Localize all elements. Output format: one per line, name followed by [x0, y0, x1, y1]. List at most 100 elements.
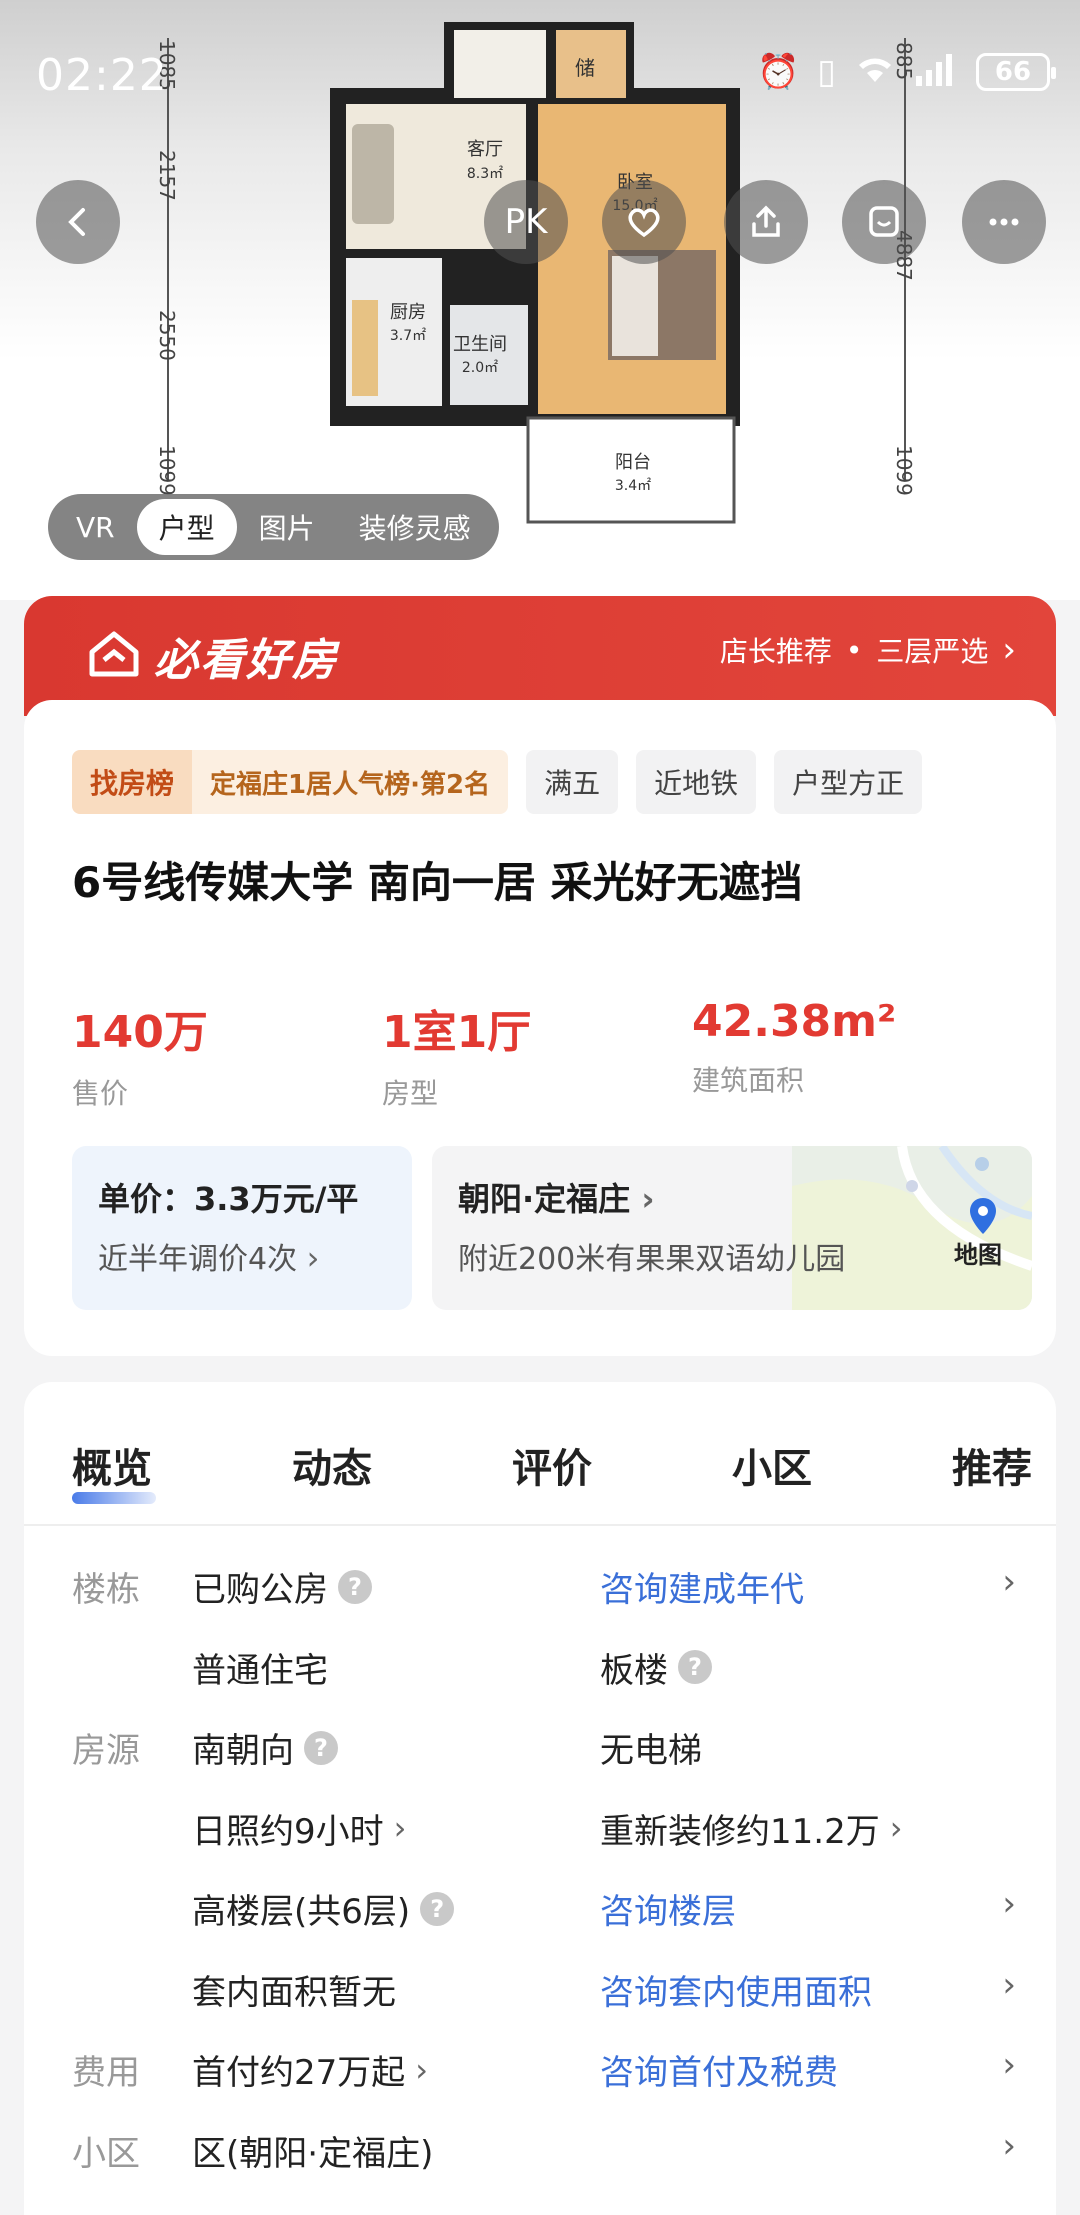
help-icon[interactable]: ?	[678, 1650, 712, 1684]
price-value: 140万	[72, 1007, 208, 1058]
tab-recommend[interactable]: 推荐	[952, 1436, 1032, 1494]
chevron-right-icon: ›	[1002, 1562, 1016, 1602]
heart-icon	[628, 208, 660, 238]
detail-row[interactable]: 楼栋 已购公房? 咨询建成年代 ›	[24, 1550, 1056, 1631]
dim-right-3: 1099	[892, 445, 916, 496]
more-button[interactable]	[962, 180, 1046, 264]
media-tab-vr[interactable]: VR	[54, 499, 137, 555]
consult-downpayment-link[interactable]: 咨询首付及税费	[600, 2045, 838, 2094]
listing-card: 找房榜 定福庄1居人气榜·第2名 满五 近地铁 户型方正 6号线传媒大学 南向一…	[24, 700, 1056, 1356]
room-area-balcony: 3.4㎡	[615, 478, 651, 494]
room-label-balcony: 阳台	[615, 452, 651, 473]
consult-inner-area-link[interactable]: 咨询套内使用面积	[600, 1965, 872, 2014]
back-button[interactable]	[36, 180, 120, 264]
must-see-banner[interactable]: 必看好房 店长推荐 • 三层严选 ›	[24, 596, 1056, 716]
room-area-living: 8.3㎡	[467, 166, 503, 182]
help-icon[interactable]: ?	[338, 1569, 372, 1604]
row-value: 首付约27万起	[192, 2053, 406, 2093]
chevron-right-icon: ›	[889, 1809, 903, 1847]
detail-row[interactable]: 小区 区(朝阳·定福庄) ›	[24, 2114, 1056, 2195]
map-label[interactable]: 地图	[954, 1235, 1002, 1270]
row-value: 高楼层(共6层)	[192, 1892, 411, 1932]
share-button[interactable]	[724, 180, 808, 264]
row-category: 房源	[72, 1731, 140, 1771]
row-category: 小区	[72, 2133, 140, 2174]
rank-tag-text: 定福庄1居人气榜·第2名	[192, 750, 509, 814]
chevron-left-icon	[68, 208, 85, 236]
tag-near-subway: 近地铁	[636, 750, 757, 814]
tag-row: 找房榜 定福庄1居人气榜·第2名 满五 近地铁 户型方正	[72, 750, 923, 814]
chevron-right-icon: ›	[1002, 630, 1016, 670]
detail-row: 普通住宅 板楼?	[24, 1631, 1056, 1712]
price-label: 售价	[72, 1077, 129, 1110]
unit-price: 单价：3.3万元/平	[98, 1180, 359, 1218]
detail-row[interactable]: 日照约9小时 › 重新装修约11.2万 ›	[24, 1792, 1056, 1873]
unit-price-box[interactable]: 单价：3.3万元/平 近半年调价4次 ›	[72, 1146, 412, 1310]
share-icon	[752, 205, 780, 237]
detail-row[interactable]: 高楼层(共6层)? 咨询楼层 ›	[24, 1872, 1056, 1953]
row-value: 板楼	[600, 1650, 668, 1691]
floor-plan-hero[interactable]: 1085 2157 2550 1099 885 4887 1099 储 客厅	[0, 0, 1080, 600]
room-label-kitchen: 厨房	[390, 302, 426, 323]
row-value: 重新装修约11.2万	[600, 1811, 880, 1852]
chevron-right-icon: ›	[641, 1180, 655, 1218]
detail-row[interactable]: 费用 首付约27万起 › 咨询首付及税费 ›	[24, 2033, 1056, 2114]
row-value: 无电梯	[600, 1731, 702, 1771]
vibrate-icon: ▯	[817, 52, 836, 92]
signal-icon	[914, 52, 958, 92]
area-value: 42.38m²	[692, 996, 897, 1047]
banner-links[interactable]: 店长推荐 • 三层严选 ›	[720, 630, 1016, 670]
tag-square-layout: 户型方正	[774, 750, 923, 814]
room-label-storage: 储	[575, 56, 595, 80]
tab-updates[interactable]: 动态	[292, 1436, 372, 1494]
location-name: 朝阳·定福庄	[458, 1180, 631, 1218]
price-adjust-note: 近半年调价4次	[98, 1242, 298, 1277]
detail-row[interactable]: 套内面积暂无 咨询套内使用面积 ›	[24, 1953, 1056, 2034]
dot-separator: •	[845, 633, 863, 667]
banner-title: 必看好房	[154, 635, 338, 686]
tab-overview[interactable]: 概览	[72, 1436, 156, 1504]
banner-item-manager-pick: 店长推荐	[719, 635, 832, 668]
location-box[interactable]: 朝阳·定福庄 › 附近200米有果果双语幼儿园 地图	[432, 1146, 1032, 1310]
location-pin-icon	[970, 1198, 996, 1234]
media-tab-decor[interactable]: 装修灵感	[337, 499, 493, 555]
room-label-bathroom: 卫生间	[453, 334, 507, 355]
detail-rows: 楼栋 已购公房? 咨询建成年代 › 普通住宅 板楼? 房源 南朝向? 无电梯 日…	[24, 1550, 1056, 2194]
media-tab-floorplan[interactable]: 户型	[136, 499, 237, 555]
row-value: 已购公房	[192, 1570, 328, 1610]
help-icon[interactable]: ?	[420, 1891, 455, 1926]
row-category: 费用	[72, 2053, 140, 2093]
banner-logo: 必看好房	[86, 624, 338, 688]
favorite-button[interactable]	[602, 180, 686, 264]
consult-floor-link[interactable]: 咨询楼层	[600, 1884, 736, 1933]
room-label-living: 客厅	[467, 139, 503, 160]
wifi-icon	[854, 52, 896, 92]
media-tab-photos[interactable]: 图片	[237, 499, 337, 555]
row-category: 楼栋	[72, 1570, 140, 1610]
media-tabs: VR 户型 图片 装修灵感	[48, 494, 499, 560]
help-icon[interactable]: ?	[304, 1730, 338, 1765]
alarm-icon: ⏰	[756, 52, 800, 92]
divider	[24, 1524, 1056, 1526]
tab-community[interactable]: 小区	[732, 1436, 812, 1494]
layout-label: 房型	[382, 1077, 439, 1110]
tab-reviews[interactable]: 评价	[512, 1436, 592, 1494]
rank-tag[interactable]: 找房榜 定福庄1居人气榜·第2名	[72, 750, 509, 814]
consult-build-year-link[interactable]: 咨询建成年代	[600, 1562, 804, 1611]
more-dots-icon	[989, 218, 1019, 226]
chevron-right-icon: ›	[415, 2050, 429, 2089]
status-time: 02:22	[36, 50, 168, 101]
chevron-right-icon: ›	[1002, 2125, 1016, 2166]
rank-tag-label: 找房榜	[72, 750, 193, 814]
row-value: 日照约9小时	[192, 1811, 384, 1852]
pk-button[interactable]: PK	[484, 180, 568, 264]
chevron-right-icon: ›	[1002, 1884, 1016, 1924]
dim-left-4: 1099	[155, 445, 179, 496]
status-icons: ⏰ ▯ 66	[756, 52, 1056, 92]
message-button[interactable]	[842, 180, 926, 264]
key-stats: 140万 售价 1室1厅 房型 42.38m² 建筑面积	[72, 996, 1012, 1112]
tag-over-five-years: 满五	[526, 750, 619, 814]
dim-left-3: 2550	[155, 310, 179, 361]
dim-left-2: 2157	[155, 150, 179, 201]
overview-section: 概览 动态 评价 小区 推荐 楼栋 已购公房? 咨询建成年代 › 普通住宅 板楼…	[24, 1382, 1056, 2215]
